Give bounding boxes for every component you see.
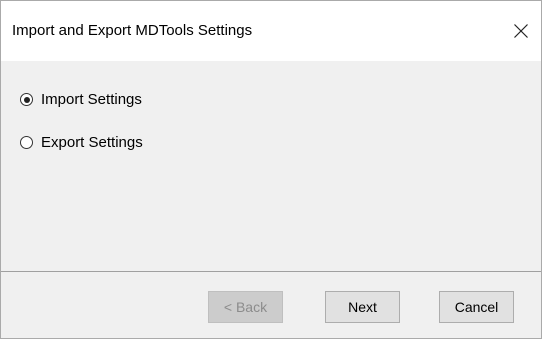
title-bar: Import and Export MDTools Settings xyxy=(1,1,541,61)
radio-selected-dot xyxy=(23,96,30,103)
back-button[interactable]: < Back xyxy=(208,291,283,323)
import-settings-radio[interactable] xyxy=(20,93,33,106)
close-icon xyxy=(514,24,528,38)
export-settings-radio[interactable] xyxy=(20,136,33,149)
cancel-button[interactable]: Cancel xyxy=(439,291,514,323)
dialog-title: Import and Export MDTools Settings xyxy=(12,22,253,39)
dialog-window: Import and Export MDTools Settings Impor… xyxy=(0,0,542,339)
import-settings-label: Import Settings xyxy=(41,91,142,108)
dialog-footer: < Back Next Cancel xyxy=(1,272,541,338)
export-settings-label: Export Settings xyxy=(41,134,143,151)
close-button[interactable] xyxy=(501,9,541,53)
next-button[interactable]: Next xyxy=(325,291,400,323)
dialog-content: Import Settings Export Settings xyxy=(1,61,541,271)
export-settings-option[interactable]: Export Settings xyxy=(20,134,143,151)
import-settings-option[interactable]: Import Settings xyxy=(20,91,142,108)
